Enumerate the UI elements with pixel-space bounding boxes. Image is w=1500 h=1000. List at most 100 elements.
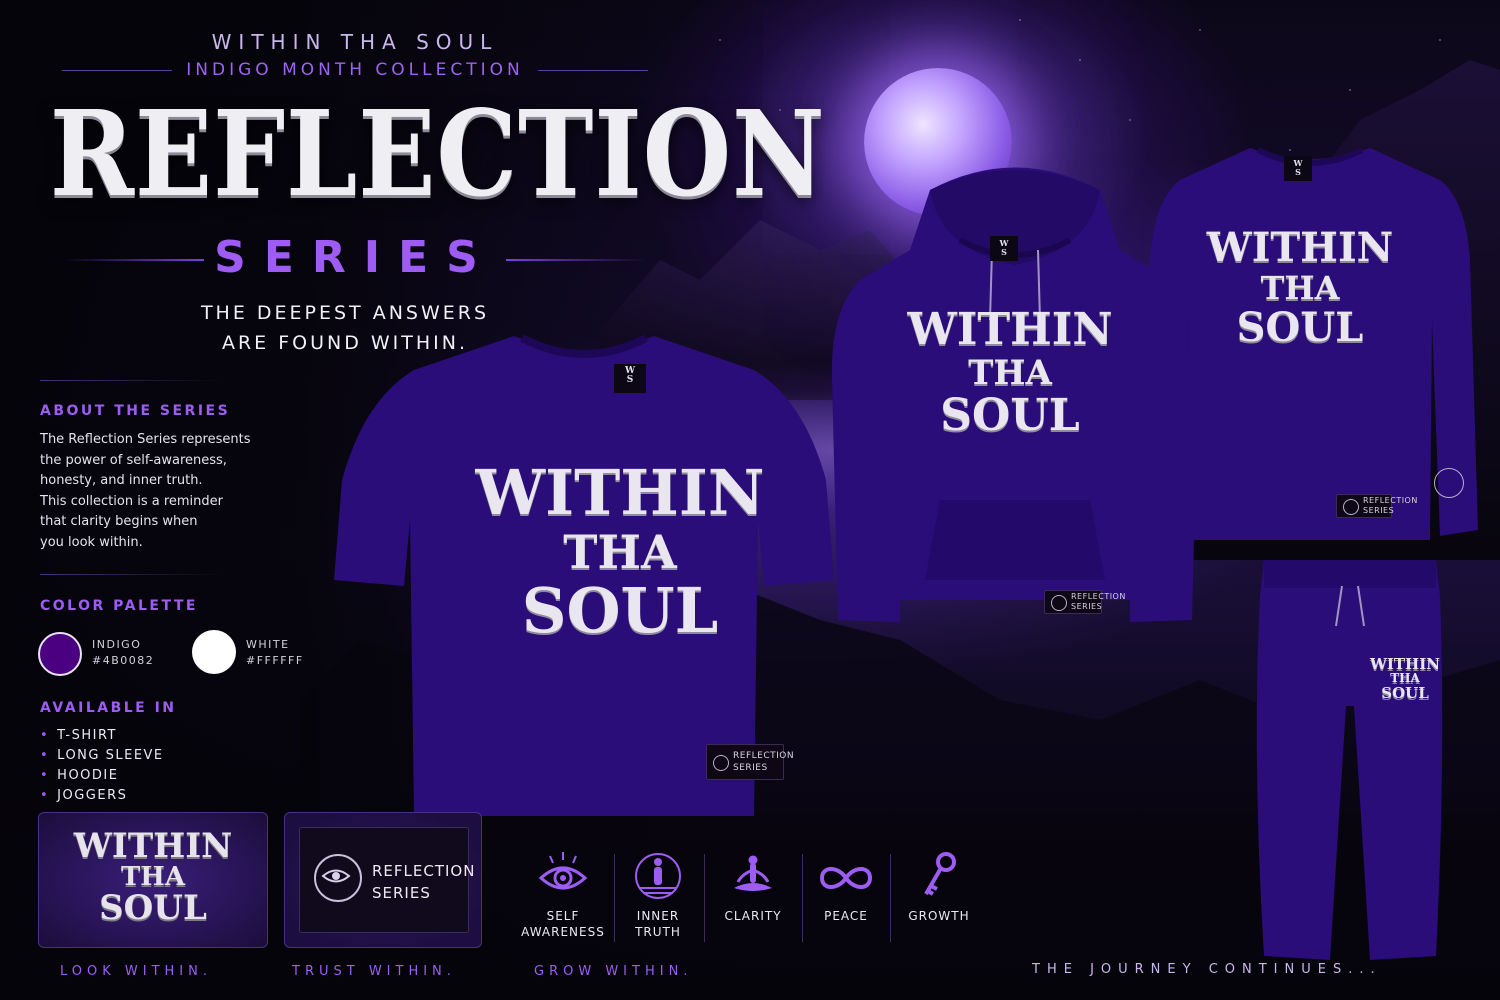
footer-journey: THE JOURNEY CONTINUES...: [1032, 962, 1382, 977]
tag-line-1: REFLECTION: [1363, 496, 1418, 505]
tag-text: REFLECTION SERIES: [1071, 592, 1126, 612]
tag-line-1: REFLECTION: [1071, 592, 1126, 601]
value-label: SELF AWARENESS: [518, 908, 608, 940]
hoodie-tag: REFLECTION SERIES: [1044, 590, 1125, 614]
print-line-3: SOUL: [521, 574, 719, 647]
label-text: REFLECTION SERIES: [372, 860, 475, 904]
footer-grow-within: GROW WITHIN.: [534, 964, 693, 979]
tagline-line-2: ARE FOUND WITHIN.: [221, 332, 469, 354]
print-line-3: SOUL: [1236, 304, 1364, 351]
print-line-2: THA: [968, 353, 1052, 393]
value-peace: PEACE: [810, 848, 882, 924]
separator: [890, 854, 891, 942]
tagline-line-1: THE DEEPEST ANSWERS: [200, 302, 490, 324]
t-shirt-print: WITHIN THA SOUL: [470, 460, 770, 644]
series-subtitle: SERIES: [214, 232, 496, 283]
indigo-swatch: [38, 632, 82, 676]
value-label-line-2: AWARENESS: [521, 925, 605, 939]
infinity-icon: [819, 867, 873, 889]
tag-line-2: SERIES: [1071, 602, 1103, 611]
value-growth: GROWTH: [898, 848, 980, 924]
value-label: PEACE: [810, 908, 882, 924]
list-item: T-SHIRT: [40, 726, 164, 746]
white-label: WHITE #FFFFFF: [246, 637, 304, 669]
separator: [614, 854, 615, 942]
logo-patch: WITHIN THA SOUL: [38, 812, 268, 948]
logo-line-1: WITHIN: [73, 826, 233, 866]
long-sleeve-tag: REFLECTION SERIES: [1336, 494, 1417, 518]
rule-left: [64, 259, 205, 261]
woven-label-patch: REFLECTION SERIES: [284, 812, 482, 948]
woven-label: REFLECTION SERIES: [299, 827, 474, 933]
eye-icon: [1051, 595, 1067, 611]
separator: [704, 854, 705, 942]
value-clarity: CLARITY: [712, 848, 794, 924]
divider: [40, 380, 225, 381]
tag-text: REFLECTION SERIES: [733, 750, 794, 774]
print-line-3: SOUL: [1381, 684, 1429, 702]
print-line-3: SOUL: [940, 390, 1080, 441]
list-item: LONG SLEEVE: [40, 746, 164, 766]
joggers: [1256, 560, 1443, 960]
print-line-1: WITHIN: [1206, 224, 1394, 271]
eye-icon: [538, 852, 588, 890]
separator: [802, 854, 803, 942]
long-sleeve-print: WITHIN THA SOUL: [1200, 226, 1400, 350]
t-shirt-tag: REFLECTION SERIES: [706, 744, 794, 780]
footer-trust-within: TRUST WITHIN.: [292, 964, 456, 979]
value-label-line-1: SELF: [546, 909, 580, 923]
meditating-figure-icon: [635, 853, 681, 899]
print-line-1: WITHIN: [475, 456, 765, 529]
poster: WS WITHIN THA SOUL REFLECTION SERIES WS W…: [0, 0, 1500, 1000]
logo-line-3: SOUL: [99, 888, 207, 928]
value-label-line-1: INNER: [636, 909, 680, 923]
divider: [40, 574, 225, 575]
eye-icon: [713, 755, 729, 771]
value-label-line-1: GROWTH: [908, 909, 970, 923]
color-hex: #FFFFFF: [246, 654, 304, 667]
tag-line-2: SERIES: [733, 763, 768, 773]
about-body: The Reflection Series represents the pow…: [40, 432, 251, 550]
patch-logo: WITHIN THA SOUL: [39, 829, 267, 925]
rule-right: [505, 259, 646, 261]
color-name: INDIGO: [92, 638, 142, 651]
tagline: THE DEEPEST ANSWERS ARE FOUND WITHIN.: [0, 298, 690, 358]
value-label-line-1: CLARITY: [724, 909, 782, 923]
lotus-pose-icon: [734, 855, 772, 891]
sleeve-eye-icon: [1434, 468, 1464, 498]
value-label-line-2: TRUTH: [635, 925, 681, 939]
long-sleeve-neck-label: WS: [1284, 156, 1312, 181]
series-subtitle-row: SERIES: [0, 232, 710, 283]
footer-look-within: LOOK WITHIN.: [60, 964, 212, 979]
tag-line-1: REFLECTION: [733, 751, 795, 761]
list-item: HOODIE: [40, 766, 164, 786]
series-title: REFLECTION: [49, 84, 826, 223]
white-swatch: [192, 630, 236, 674]
color-name: WHITE: [246, 638, 290, 651]
print-line-1: WITHIN: [907, 304, 1113, 355]
value-self-awareness: SELF AWARENESS: [518, 848, 608, 940]
list-item: JOGGERS: [40, 786, 164, 806]
value-label: CLARITY: [712, 908, 794, 924]
eye-icon: [1343, 499, 1359, 515]
value-label: GROWTH: [898, 908, 980, 924]
palette-heading: COLOR PALETTE: [40, 598, 198, 614]
collection-line: INDIGO MONTH COLLECTION: [0, 60, 710, 80]
tag-line-2: SERIES: [1363, 506, 1395, 515]
eye-icon: [314, 854, 362, 902]
rule-right: [537, 69, 648, 71]
hoodie-neck-label: WS: [990, 236, 1018, 261]
label-line-1: REFLECTION: [372, 862, 476, 880]
hoodie-print: WITHIN THA SOUL: [900, 306, 1120, 440]
logo-line-2: THA: [120, 862, 186, 892]
available-heading: AVAILABLE IN: [40, 700, 177, 716]
collection-name: INDIGO MONTH COLLECTION: [186, 60, 524, 80]
label-line-2: SERIES: [372, 884, 431, 902]
print-line-1: WITHIN: [1370, 655, 1440, 673]
rule-left: [62, 69, 173, 71]
value-label: INNER TRUTH: [620, 908, 696, 940]
joggers-print: WITHIN THA SOUL: [1370, 656, 1440, 701]
print-line-2: THA: [1260, 269, 1340, 307]
value-label-line-1: PEACE: [824, 909, 868, 923]
tag-text: REFLECTION SERIES: [1363, 496, 1418, 516]
